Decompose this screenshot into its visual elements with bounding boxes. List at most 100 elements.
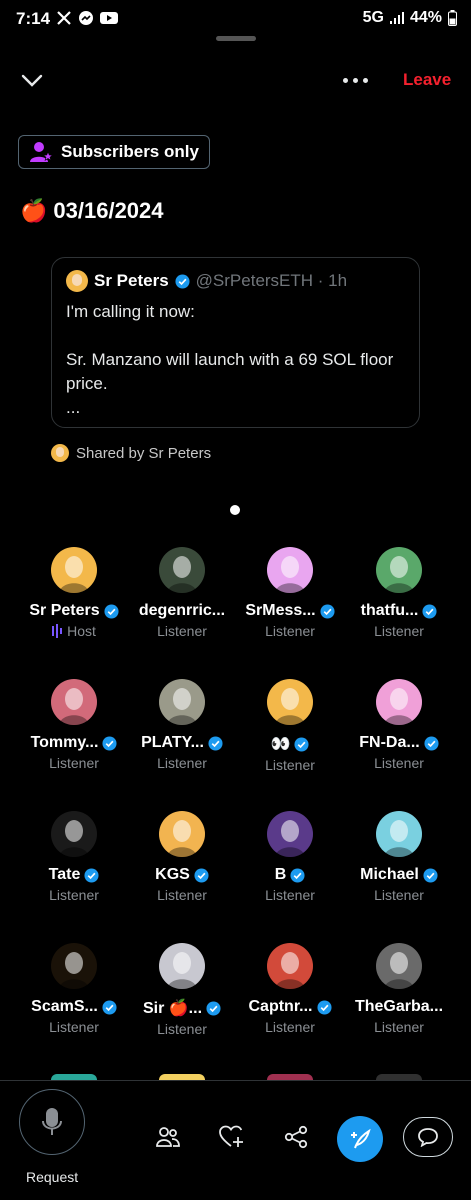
verified-badge-icon [320, 603, 335, 619]
participant-card[interactable]: Tommy... Listener [20, 679, 128, 771]
participant-name-row: Sir 🍎... [128, 998, 236, 1018]
verified-badge-icon [423, 867, 438, 883]
participant-role-row: Listener [20, 755, 128, 771]
participant-card[interactable]: SrMess... Listener [236, 547, 344, 639]
participant-card[interactable]: ScamS... Listener [20, 943, 128, 1035]
participant-avatar [51, 547, 97, 593]
more-options-icon[interactable] [343, 78, 368, 83]
title-text: 03/16/2024 [53, 198, 164, 223]
participant-card[interactable]: PLATY... Listener [128, 679, 236, 771]
participant-name-row: Michael [345, 866, 453, 884]
request-mic-button[interactable] [19, 1089, 85, 1155]
heart-add-icon[interactable] [219, 1124, 245, 1150]
share-icon[interactable] [283, 1124, 309, 1150]
participant-role-row: Listener [236, 1019, 344, 1035]
subscribers-only-label: Subscribers only [61, 142, 199, 161]
participant-avatar [267, 811, 313, 857]
participant-avatar [159, 943, 205, 989]
participant-avatar [267, 943, 313, 989]
participant-name-row: KGS [128, 866, 236, 884]
pager-indicator [230, 505, 240, 515]
status-right: 5G 44% [363, 9, 457, 27]
participant-card[interactable]: Michael Listener [345, 811, 453, 903]
participant-role-row: Listener [128, 887, 236, 903]
verified-badge-icon [102, 999, 117, 1015]
participant-avatar [376, 547, 422, 593]
participant-card[interactable]: TheGarba... Listener [345, 943, 453, 1035]
participant-avatar [159, 679, 205, 725]
participant-card[interactable]: FN-Da... Listener [345, 679, 453, 771]
participant-card[interactable]: 👀 Listener [236, 679, 344, 773]
verified-badge-icon [294, 736, 309, 752]
participant-card[interactable]: degenrric... Listener [128, 547, 236, 639]
participant-role: Listener [265, 887, 315, 903]
participant-role-row: Listener [345, 623, 453, 639]
leave-button[interactable]: Leave [403, 70, 451, 90]
bottom-divider [0, 1080, 471, 1081]
post-author-avatar [66, 270, 88, 292]
participant-card[interactable]: B Listener [236, 811, 344, 903]
reply-button[interactable] [403, 1117, 453, 1157]
participant-role-row: Listener [345, 887, 453, 903]
participant-avatar [267, 547, 313, 593]
participant-role: Listener [157, 755, 207, 771]
participant-avatar [51, 811, 97, 857]
participant-name: Sr Peters [29, 602, 100, 619]
participant-name-row: Sr Peters [20, 602, 128, 620]
participant-name: TheGarba... [354, 998, 444, 1015]
participant-name: Tate [48, 866, 81, 883]
verified-badge-icon [208, 735, 223, 751]
participant-card[interactable]: thatfu... Listener [345, 547, 453, 639]
participant-role: Listener [374, 1019, 424, 1035]
participant-card[interactable]: Tate Listener [20, 811, 128, 903]
verified-badge-icon [84, 867, 99, 883]
drag-handle[interactable] [216, 36, 256, 41]
participant-name: PLATY... [141, 734, 204, 751]
verified-badge-icon [206, 1000, 221, 1016]
participant-role-row: Listener [20, 1019, 128, 1035]
participant-role: Listener [49, 887, 99, 903]
participant-avatar [51, 679, 97, 725]
participant-avatar [376, 811, 422, 857]
verified-badge-icon [424, 735, 439, 751]
verified-badge-icon [194, 867, 209, 883]
participant-role-row: Listener [236, 757, 344, 773]
participant-name: thatfu... [360, 602, 419, 619]
verified-badge-icon [175, 273, 190, 289]
participant-name-row: TheGarba... [345, 998, 453, 1016]
status-bar: 7:14 5G 44% [0, 0, 471, 36]
collapse-chevron-icon[interactable] [20, 70, 44, 90]
participant-name-row: Tate [20, 866, 128, 884]
participant-card[interactable]: Sir 🍎... Listener [128, 943, 236, 1037]
participant-avatar [376, 943, 422, 989]
verified-badge-icon [290, 867, 305, 883]
verified-badge-icon [316, 999, 332, 1015]
participant-card[interactable]: Captnr... Listener [236, 943, 344, 1035]
participant-avatar [376, 679, 422, 725]
participant-role: Listener [265, 623, 315, 639]
participant-name-row: PLATY... [128, 734, 236, 752]
participant-name-row: FN-Da... [345, 734, 453, 752]
feather-plus-icon [351, 1128, 371, 1149]
participant-name-row: 👀 [236, 734, 344, 754]
participant-role: Listener [374, 887, 424, 903]
subscribers-only-badge: Subscribers only [18, 135, 210, 169]
participant-avatar [267, 679, 313, 725]
post-header: Sr Peters @SrPetersETH · 1h [66, 270, 347, 292]
speaking-waveform-icon [52, 624, 63, 638]
shared-post-card[interactable]: Sr Peters @SrPetersETH · 1h I'm calling … [51, 257, 420, 428]
chat-bubble-icon [418, 1128, 438, 1147]
participant-name: SrMess... [245, 602, 316, 619]
signal-icon [389, 12, 404, 24]
shared-by-avatar [51, 444, 69, 462]
participant-avatar [159, 811, 205, 857]
verified-badge-icon [422, 603, 437, 619]
participant-role-row: Listener [345, 755, 453, 771]
participant-role-row: Listener [128, 623, 236, 639]
compose-post-button[interactable] [337, 1116, 383, 1162]
participant-card[interactable]: Sr Peters Host [20, 547, 128, 639]
request-label: Request [26, 1169, 79, 1185]
participant-card[interactable]: KGS Listener [128, 811, 236, 903]
network-label: 5G [362, 9, 384, 26]
people-icon[interactable] [155, 1124, 181, 1150]
